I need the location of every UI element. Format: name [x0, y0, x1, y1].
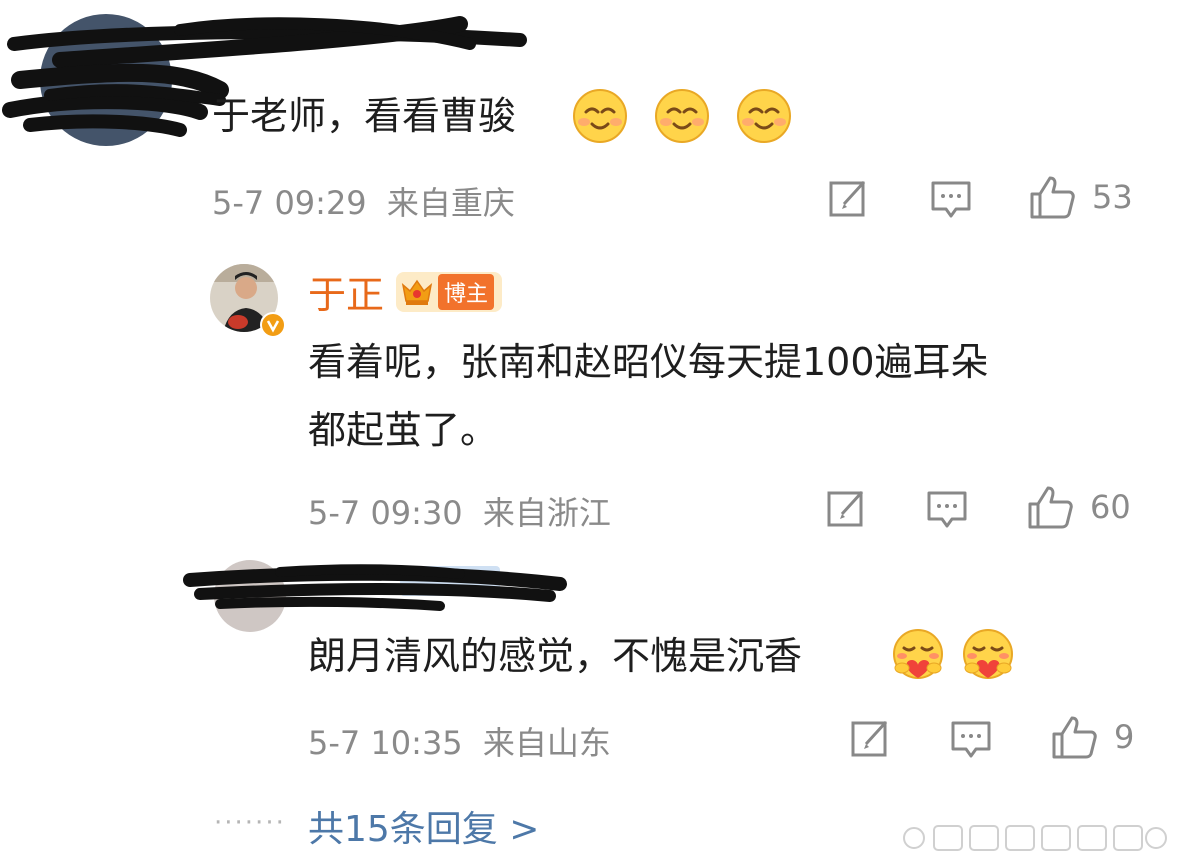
like-count: 53 — [1092, 178, 1133, 216]
smile-emoji-icon — [572, 88, 628, 148]
badge-label: 博主 — [438, 273, 495, 310]
avatar[interactable] — [208, 262, 288, 342]
comment-location: 来自山东 — [482, 724, 611, 762]
more-dots: ······· — [214, 808, 286, 838]
comment-time: 5-7 09:29 — [212, 184, 367, 222]
like-icon[interactable] — [1050, 714, 1098, 760]
hug-emoji-icon — [960, 628, 1016, 688]
like-icon[interactable] — [1026, 484, 1074, 530]
comment-time: 5-7 10:35 — [308, 724, 463, 762]
watermark-logo — [903, 825, 1167, 851]
comment-icon[interactable] — [926, 490, 968, 530]
verified-badge-icon — [260, 312, 286, 338]
repost-icon[interactable] — [828, 178, 870, 220]
comment-meta: 5-7 09:30 来自浙江 — [308, 488, 611, 534]
comment-meta: 5-7 09:29 来自重庆 — [212, 178, 515, 224]
comment-text: 朗月清风的感觉，不愧是沉香 — [308, 634, 803, 678]
blogger-badge: 博主 — [396, 271, 503, 312]
comment-icon[interactable] — [950, 720, 992, 760]
crown-icon — [401, 279, 433, 305]
hug-emoji-icon — [890, 628, 946, 688]
reply-text-line: 看着呢，张南和赵昭仪每天提100遍耳朵 — [308, 340, 989, 384]
comment-location: 来自浙江 — [482, 494, 611, 532]
repost-icon[interactable] — [826, 488, 868, 530]
like-icon[interactable] — [1028, 174, 1076, 220]
comment-location: 来自重庆 — [386, 184, 515, 222]
like-count: 60 — [1090, 488, 1131, 526]
redaction-scribble — [183, 564, 567, 611]
repost-icon[interactable] — [850, 718, 892, 760]
more-replies-link[interactable]: 共15条回复 > — [308, 800, 539, 852]
comment-meta: 5-7 10:35 来自山东 — [308, 718, 611, 764]
comment-icon[interactable] — [930, 180, 972, 220]
author-name[interactable]: 于正 — [308, 264, 384, 319]
reply-text-line: 都起茧了。 — [308, 408, 499, 452]
like-count: 9 — [1114, 718, 1135, 756]
comment-time: 5-7 09:30 — [308, 494, 463, 532]
smile-emoji-icon — [736, 88, 792, 148]
smile-emoji-icon — [654, 88, 710, 148]
comment-text: 于老师，看看曹骏 — [212, 94, 517, 138]
